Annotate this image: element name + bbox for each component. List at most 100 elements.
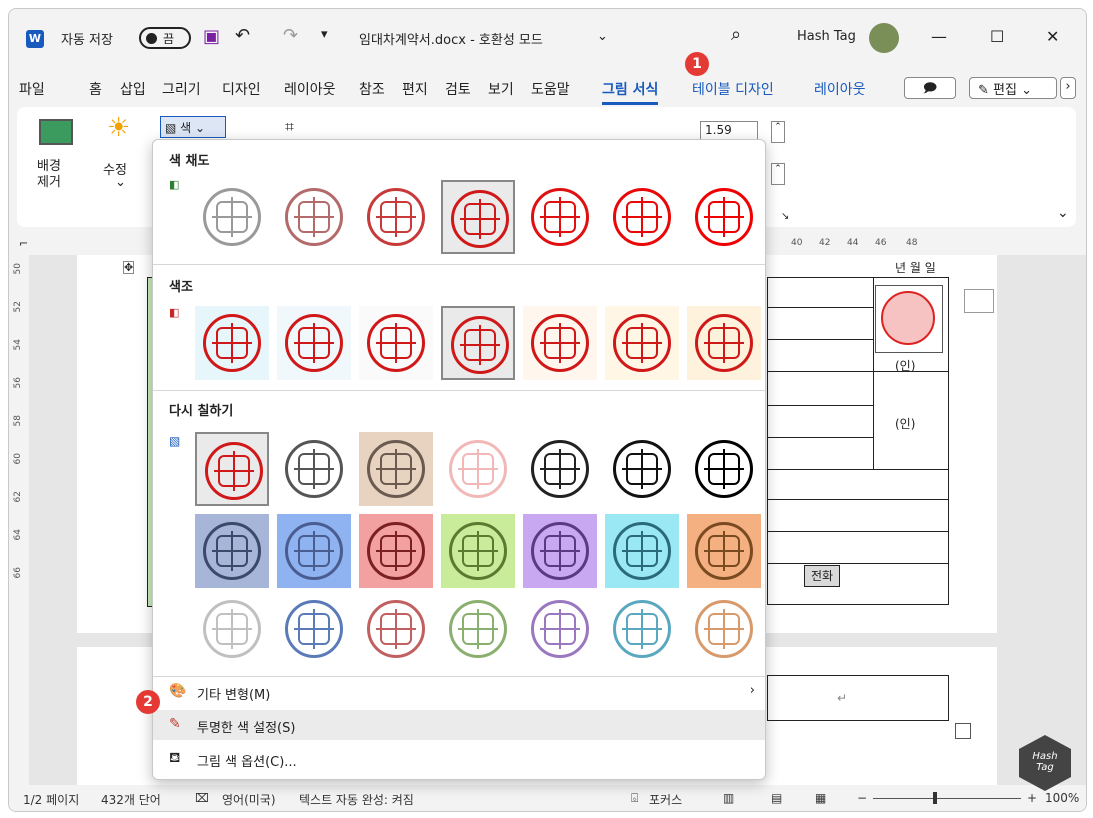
focus-label[interactable]: 포커스 xyxy=(649,791,682,808)
read-mode-icon[interactable]: ▥ xyxy=(723,791,734,805)
saturation-preset[interactable] xyxy=(195,180,269,254)
compress-icon[interactable]: ⌗ xyxy=(285,117,294,137)
tab-draw[interactable]: 그리기 xyxy=(162,79,201,99)
tab-file[interactable]: 파일 xyxy=(19,79,45,99)
recolor-preset[interactable] xyxy=(359,592,433,666)
tab-view[interactable]: 보기 xyxy=(488,79,514,99)
recolor-preset[interactable] xyxy=(523,592,597,666)
print-layout-icon[interactable]: ▤ xyxy=(771,791,782,805)
ruler-tick: 44 xyxy=(847,238,859,248)
maximize-button[interactable]: ☐ xyxy=(990,27,1004,46)
ribbon-overflow-button[interactable]: › xyxy=(1060,77,1076,99)
autosave-toggle[interactable]: 끔 xyxy=(139,27,191,49)
set-transparent-color-item[interactable]: ✎ 투명한 색 설정(S) xyxy=(153,710,765,740)
recolor-preset[interactable] xyxy=(277,592,351,666)
remove-background-icon[interactable] xyxy=(39,119,73,145)
focus-icon[interactable]: ⌺ xyxy=(631,791,638,806)
customize-toolbar-icon[interactable]: ▾ xyxy=(321,27,328,42)
recolor-preset[interactable] xyxy=(359,432,433,506)
more-variations-item[interactable]: 🎨 기타 변형(M) › xyxy=(153,677,765,707)
word-count[interactable]: 432개 단어 xyxy=(101,791,161,808)
ribbon-collapse-icon[interactable]: ⌄ xyxy=(1057,205,1069,221)
tab-design[interactable]: 디자인 xyxy=(222,79,261,99)
recolor-preset[interactable] xyxy=(605,432,679,506)
close-button[interactable]: ✕ xyxy=(1046,27,1059,46)
saturation-preset[interactable] xyxy=(277,180,351,254)
corrections-sun-icon[interactable]: ☀ xyxy=(107,113,130,143)
recolor-preset[interactable] xyxy=(195,432,269,506)
tab-picture-format[interactable]: 그림 서식 xyxy=(602,79,659,105)
tab-help[interactable]: 도움말 xyxy=(531,79,570,99)
recolor-preset[interactable] xyxy=(441,592,515,666)
recolor-preset[interactable] xyxy=(277,514,351,588)
zoom-in-icon[interactable]: + xyxy=(1027,791,1037,805)
tab-insert[interactable]: 삽입 xyxy=(120,79,146,99)
zoom-slider-thumb[interactable] xyxy=(933,792,937,804)
tone-preset[interactable] xyxy=(605,306,679,380)
undo-icon[interactable]: ↶ xyxy=(235,25,250,46)
minimize-button[interactable]: — xyxy=(931,27,947,46)
tone-preset[interactable] xyxy=(359,306,433,380)
proofing-icon[interactable]: ⌧ xyxy=(195,791,209,805)
zoom-out-icon[interactable]: − xyxy=(857,791,867,805)
tab-table-layout[interactable]: 레이아웃 xyxy=(814,79,866,99)
user-avatar[interactable] xyxy=(869,23,899,53)
recolor-preset[interactable] xyxy=(441,514,515,588)
saturation-preset[interactable] xyxy=(605,180,679,254)
saturation-preset[interactable] xyxy=(523,180,597,254)
editing-button[interactable]: ✎ 편집 ⌄ xyxy=(969,77,1057,99)
picture-color-options-item[interactable]: ⛾ 그림 색 옵션(C)... xyxy=(153,744,765,774)
redo-icon[interactable]: ↷ xyxy=(283,25,298,46)
recolor-preset[interactable] xyxy=(687,592,761,666)
recolor-preset[interactable] xyxy=(605,514,679,588)
tab-review[interactable]: 검토 xyxy=(445,79,471,99)
color-button[interactable]: ▧ 색 ⌄ xyxy=(160,116,226,138)
recolor-preset[interactable] xyxy=(687,432,761,506)
tab-references[interactable]: 참조 xyxy=(359,79,385,99)
recolor-preset[interactable] xyxy=(441,432,515,506)
remove-background-label-2[interactable]: 제거 xyxy=(37,171,61,190)
zoom-slider[interactable] xyxy=(873,798,1021,799)
page-count[interactable]: 1/2 페이지 xyxy=(23,791,79,808)
saturation-preset[interactable] xyxy=(359,180,433,254)
tab-home[interactable]: 홈 xyxy=(89,79,102,99)
title-chevron-icon[interactable]: ⌄ xyxy=(597,29,608,44)
recolor-preset[interactable] xyxy=(687,514,761,588)
recolor-preset[interactable] xyxy=(523,432,597,506)
saturation-preset[interactable] xyxy=(441,180,515,254)
tone-preset[interactable] xyxy=(687,306,761,380)
tone-preset[interactable] xyxy=(523,306,597,380)
tone-preset[interactable] xyxy=(441,306,515,380)
layout-options-icon[interactable] xyxy=(964,289,994,313)
size-dialog-launcher-icon[interactable]: ↘ xyxy=(781,211,789,222)
height-input[interactable]: 1.59 cm xyxy=(700,121,758,151)
user-name[interactable]: Hash Tag xyxy=(797,29,856,44)
tab-layout[interactable]: 레이아웃 xyxy=(284,79,336,99)
recolor-preset[interactable] xyxy=(195,592,269,666)
tab-stop-icon[interactable]: ⌐ xyxy=(19,237,28,250)
recolor-preset[interactable] xyxy=(195,514,269,588)
recolor-preset[interactable] xyxy=(277,432,351,506)
language[interactable]: 영어(미국) xyxy=(222,791,276,808)
recolor-preset[interactable] xyxy=(523,514,597,588)
comments-button[interactable]: 🗩 xyxy=(904,77,956,99)
search-icon[interactable]: ⌕ xyxy=(731,24,741,45)
tab-mailings[interactable]: 편지 xyxy=(402,79,428,99)
recolor-preset[interactable] xyxy=(359,514,433,588)
web-layout-icon[interactable]: ▦ xyxy=(815,791,826,805)
recolor-preset[interactable] xyxy=(605,592,679,666)
tab-table-design[interactable]: 테이블 디자인 xyxy=(692,79,774,99)
zoom-level[interactable]: 100% xyxy=(1045,791,1079,805)
save-icon[interactable]: ▣ xyxy=(203,26,220,47)
saturation-preset[interactable] xyxy=(687,180,761,254)
tone-preset[interactable] xyxy=(195,306,269,380)
table-move-handle-icon[interactable]: ✥ xyxy=(123,261,135,274)
resize-handle[interactable] xyxy=(955,723,971,739)
document-title[interactable]: 임대차계약서.docx - 호환성 모드 xyxy=(359,29,543,48)
width-spinner[interactable]: ⌃ xyxy=(771,163,785,185)
stamp-preview-icon xyxy=(613,522,671,580)
height-spinner[interactable]: ⌃ xyxy=(771,121,785,143)
tone-preset[interactable] xyxy=(277,306,351,380)
text-predictions[interactable]: 텍스트 자동 완성: 켜짐 xyxy=(299,791,414,808)
corrections-chevron-icon[interactable]: ⌄ xyxy=(115,175,126,190)
